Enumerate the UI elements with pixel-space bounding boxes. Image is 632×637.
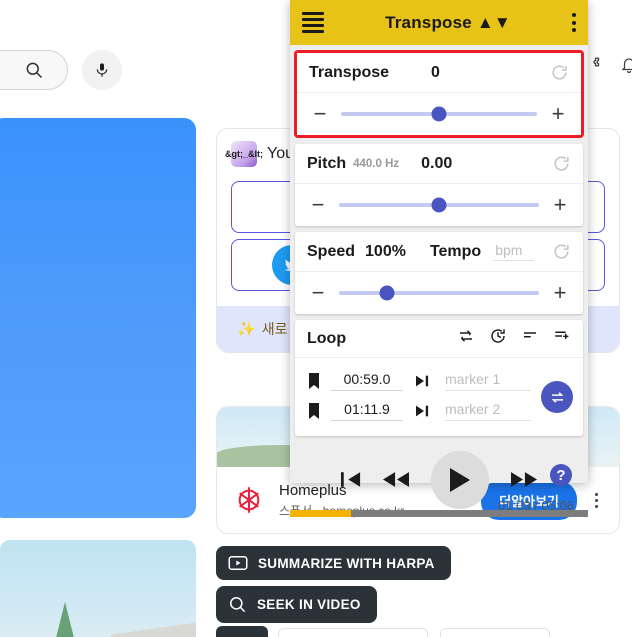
transpose-increment-button[interactable]: + [547, 103, 569, 125]
pitch-reset-icon[interactable] [552, 154, 571, 173]
loop-end-time-input[interactable]: 01:11.9 [331, 401, 403, 421]
transpose-slider[interactable] [341, 106, 537, 122]
bookmark-icon[interactable] [307, 373, 321, 389]
microphone-icon [96, 63, 108, 77]
skip-to-start-icon[interactable] [341, 471, 361, 488]
speed-decrement-button[interactable]: − [307, 282, 329, 304]
progress-bar[interactable] [290, 510, 588, 517]
speed-value: 100% [365, 242, 406, 260]
panel-title: Transpose ▲▼ [385, 12, 511, 32]
speed-slider[interactable] [339, 285, 539, 301]
pitch-decrement-button[interactable]: − [307, 194, 329, 216]
search-icon [230, 597, 246, 613]
speed-reset-icon[interactable] [552, 242, 571, 261]
loop-marker-row: 00:59.0 marker 1 [307, 366, 571, 396]
speed-slider-thumb[interactable] [379, 285, 395, 301]
pitch-slider[interactable] [339, 197, 539, 213]
video-play-icon [228, 556, 248, 570]
search-icon [26, 62, 42, 79]
loop-header: Loop [295, 320, 583, 358]
search-button[interactable] [0, 50, 68, 90]
pitch-slider-thumb[interactable] [431, 197, 447, 213]
transpose-control-card: Transpose 0 − + [294, 50, 584, 138]
avatar: &gt;_&lt; [225, 141, 263, 167]
go-to-marker-icon[interactable] [413, 374, 435, 388]
summarize-label: SUMMARIZE WITH HARPA [258, 555, 435, 571]
transpose-label: Transpose [309, 63, 390, 81]
transpose-row: Transpose 0 [297, 53, 581, 93]
loop-repeat-icon[interactable] [457, 327, 475, 350]
loop-list-add-icon[interactable] [553, 327, 571, 350]
harpa-field-stub-1[interactable] [278, 628, 428, 637]
harpa-field-stub-2[interactable] [440, 628, 550, 637]
pitch-value: 0.00 [421, 154, 453, 172]
bookmark-icon[interactable] [307, 403, 321, 419]
transpose-slider-row: − + [297, 93, 581, 135]
hamburger-menu-icon[interactable] [302, 12, 324, 33]
transpose-decrement-button[interactable]: − [309, 103, 331, 125]
pitch-slider-row: − + [295, 184, 583, 226]
transpose-reset-icon[interactable] [550, 63, 569, 82]
harpa-action-stub[interactable] [216, 626, 268, 637]
play-icon[interactable] [431, 450, 489, 509]
transpose-value: 0 [431, 63, 440, 81]
video-thumbnail[interactable] [0, 540, 196, 637]
browser-search-row [0, 50, 122, 90]
loop-body: 00:59.0 marker 1 01:11.9 marker 2 [295, 358, 583, 436]
loop-list-icon[interactable] [521, 327, 539, 350]
transpose-extension-panel: Transpose ▲▼ Transpose 0 − + Pitch 440.0… [290, 0, 588, 517]
ad-more-options-icon[interactable] [585, 492, 607, 508]
loop-label: Loop [307, 329, 347, 347]
thumbnail-spire-shape [52, 602, 78, 637]
transpose-slider-thumb[interactable] [431, 106, 447, 122]
progress-bar-fill [290, 510, 352, 517]
panel-header: Transpose ▲▼ [290, 0, 588, 45]
homeplus-logo-icon [229, 480, 269, 520]
pitch-label: Pitch [307, 154, 347, 172]
loop-control-card: Loop 00:59.0 marker 1 01:11.9 marker 2 [295, 320, 583, 436]
pitch-control-card: Pitch 440.0 Hz 0.00 − + [295, 144, 583, 226]
kebab-menu-icon[interactable] [572, 13, 576, 32]
loop-marker-1-input[interactable]: marker 1 [445, 371, 531, 391]
loop-toggle-icon[interactable] [541, 381, 573, 413]
voice-search-button[interactable] [82, 50, 122, 90]
tempo-input[interactable]: bpm [493, 242, 535, 261]
loop-history-icon[interactable] [489, 327, 507, 350]
loop-start-time-input[interactable]: 00:59.0 [331, 371, 403, 391]
help-button[interactable]: ? [550, 464, 572, 486]
speed-row: Speed 100% Tempo bpm [295, 232, 583, 272]
seek-label: SEEK IN VIDEO [257, 597, 361, 612]
loop-marker-2-input[interactable]: marker 2 [445, 401, 531, 421]
summarize-with-harpa-button[interactable]: SUMMARIZE WITH HARPA [216, 546, 451, 580]
pitch-row: Pitch 440.0 Hz 0.00 [295, 144, 583, 184]
seek-in-video-button[interactable]: SEEK IN VIDEO [216, 586, 377, 623]
comment-card-footer-text: 새로 [261, 321, 288, 337]
loop-marker-row: 01:11.9 marker 2 [307, 396, 571, 426]
extensions-puzzle-icon[interactable] [588, 56, 606, 79]
sparkle-icon: ✨ [237, 321, 256, 338]
speed-slider-row: − + [295, 272, 583, 314]
promo-blue-card[interactable] [0, 118, 196, 518]
speed-control-card: Speed 100% Tempo bpm − + [295, 232, 583, 314]
fast-forward-icon[interactable] [511, 472, 537, 487]
loop-icon-group [457, 327, 571, 350]
rewind-icon[interactable] [383, 472, 409, 487]
tempo-label: Tempo [429, 242, 482, 260]
go-to-marker-icon[interactable] [413, 404, 435, 418]
speed-increment-button[interactable]: + [549, 282, 571, 304]
thumbnail-roof-shape [110, 621, 196, 637]
pitch-increment-button[interactable]: + [549, 194, 571, 216]
pitch-reference-frequency: 440.0 Hz [353, 157, 400, 170]
transport-controls: ? 01:03 / 05:06 [290, 442, 588, 517]
notification-bell-icon[interactable] [620, 56, 632, 79]
speed-label: Speed [307, 242, 356, 260]
